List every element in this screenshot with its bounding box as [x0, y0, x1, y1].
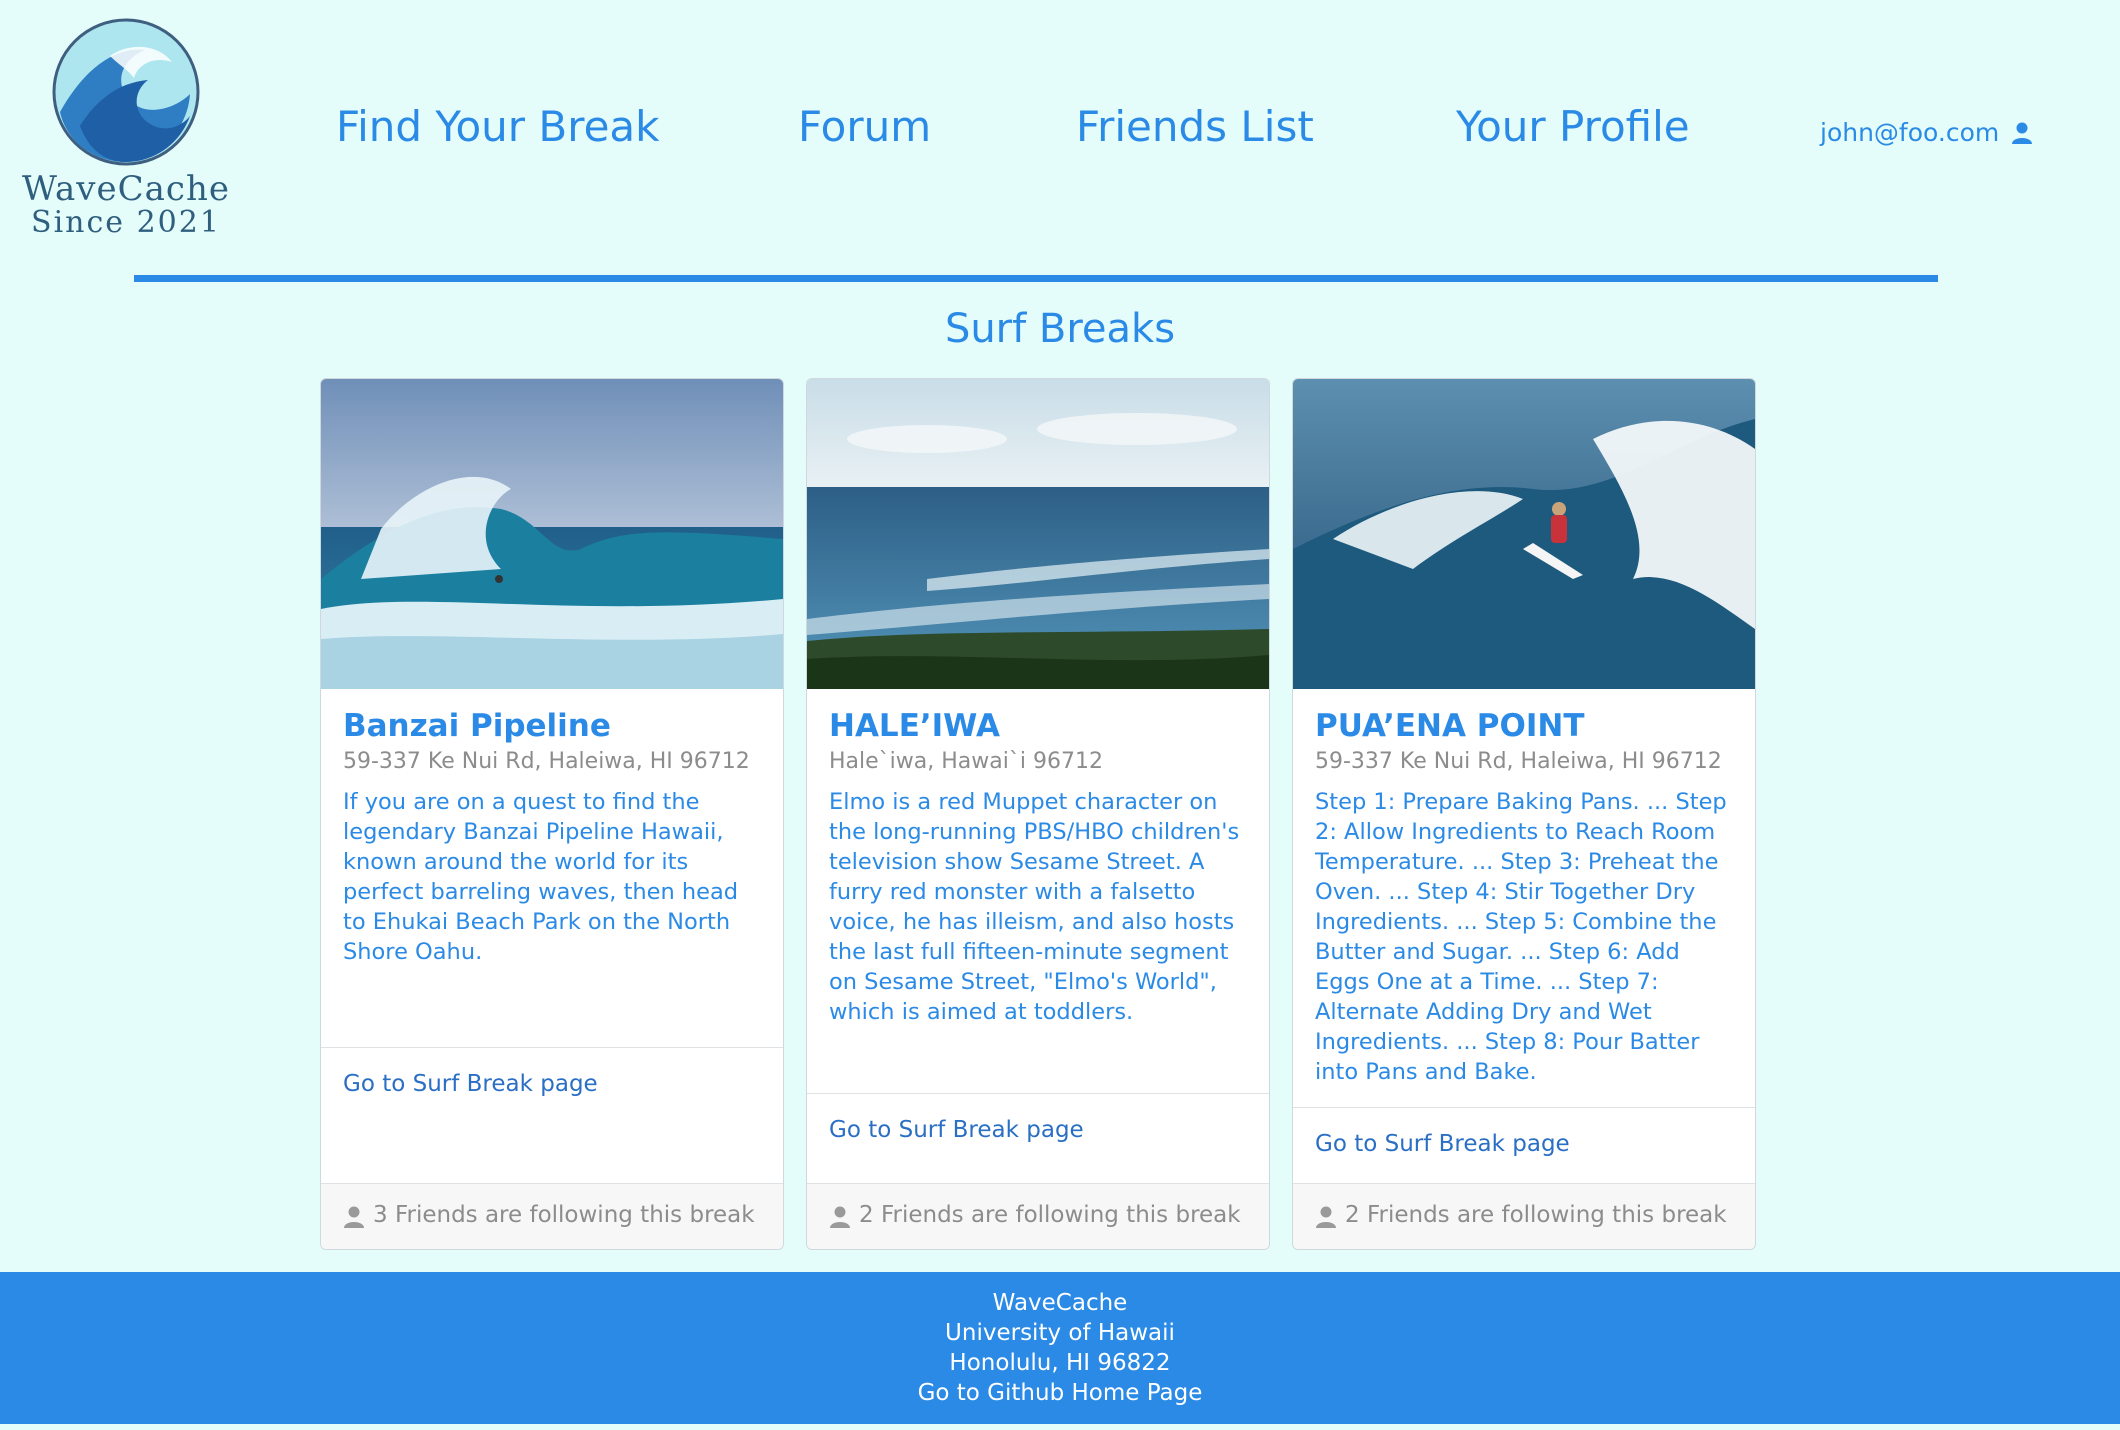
surf-break-card: HALE’IWA Hale`iwa, Hawai`i 96712 Elmo is… [806, 378, 1270, 1250]
site-footer: WaveCache University of Hawaii Honolulu,… [0, 1272, 2120, 1424]
nav-friends-list[interactable]: Friends List [1076, 102, 1314, 151]
card-body: HALE’IWA Hale`iwa, Hawai`i 96712 Elmo is… [829, 707, 1249, 1027]
user-icon [2011, 121, 2033, 150]
surf-break-page-link[interactable]: Go to Surf Break page [829, 1117, 1084, 1143]
card-title: PUA’ENA POINT [1315, 708, 1585, 744]
brand-name: WaveCache [22, 169, 230, 209]
card-description: If you are on a quest to find the legend… [343, 789, 739, 965]
logo[interactable]: WaveCache Since 2021 [16, 16, 236, 246]
followers-count: 3 Friends are following this break [373, 1202, 755, 1228]
card-body: PUA’ENA POINT 59-337 Ke Nui Rd, Haleiwa,… [1315, 707, 1735, 1087]
header-divider [134, 275, 1938, 282]
footer-address: Honolulu, HI 96822 [949, 1350, 1171, 1376]
wave-logo-icon [50, 16, 202, 168]
card-title: Banzai Pipeline [343, 708, 611, 744]
followers-count: 2 Friends are following this break [1345, 1202, 1727, 1228]
header: WaveCache Since 2021 Find Your Break For… [0, 0, 2120, 290]
nav-find-your-break[interactable]: Find Your Break [336, 102, 659, 151]
github-link[interactable]: Go to Github Home Page [0, 1378, 2120, 1408]
surf-break-image [321, 379, 783, 689]
user-email: john@foo.com [1820, 118, 2000, 147]
surf-break-image [807, 379, 1269, 689]
nav-forum[interactable]: Forum [798, 102, 931, 151]
user-icon [829, 1206, 851, 1232]
card-body: Banzai Pipeline 59-337 Ke Nui Rd, Haleiw… [343, 707, 763, 967]
card-separator [807, 1093, 1269, 1094]
card-description: Step 1: Prepare Baking Pans. ... Step 2:… [1315, 789, 1727, 1085]
card-footer: 3 Friends are following this break [321, 1183, 783, 1249]
brand-since: Since 2021 [31, 205, 221, 240]
card-title: HALE’IWA [829, 708, 1000, 744]
logo-text: WaveCache Since 2021 [16, 172, 236, 240]
followers-count: 2 Friends are following this break [859, 1202, 1241, 1228]
card-address: 59-337 Ke Nui Rd, Haleiwa, HI 96712 [343, 749, 750, 774]
card-description: Elmo is a red Muppet character on the lo… [829, 789, 1240, 1025]
card-separator [1293, 1107, 1755, 1108]
surf-break-page-link[interactable]: Go to Surf Break page [343, 1071, 598, 1097]
footer-brand: WaveCache [992, 1290, 1128, 1316]
card-address: 59-337 Ke Nui Rd, Haleiwa, HI 96712 [1315, 749, 1722, 774]
surf-break-card: PUA’ENA POINT 59-337 Ke Nui Rd, Haleiwa,… [1292, 378, 1756, 1250]
user-menu[interactable]: john@foo.com [1820, 118, 2033, 150]
surf-break-page-link[interactable]: Go to Surf Break page [1315, 1131, 1570, 1157]
card-footer: 2 Friends are following this break [807, 1183, 1269, 1249]
footer-university: University of Hawaii [945, 1320, 1175, 1346]
card-separator [321, 1047, 783, 1048]
nav-your-profile[interactable]: Your Profile [1456, 102, 1690, 151]
surf-break-image [1293, 379, 1755, 689]
card-address: Hale`iwa, Hawai`i 96712 [829, 749, 1103, 774]
card-footer: 2 Friends are following this break [1293, 1183, 1755, 1249]
page-title: Surf Breaks [944, 306, 1176, 352]
user-icon [1315, 1206, 1337, 1232]
user-icon [343, 1206, 365, 1232]
surf-break-card: Banzai Pipeline 59-337 Ke Nui Rd, Haleiw… [320, 378, 784, 1250]
